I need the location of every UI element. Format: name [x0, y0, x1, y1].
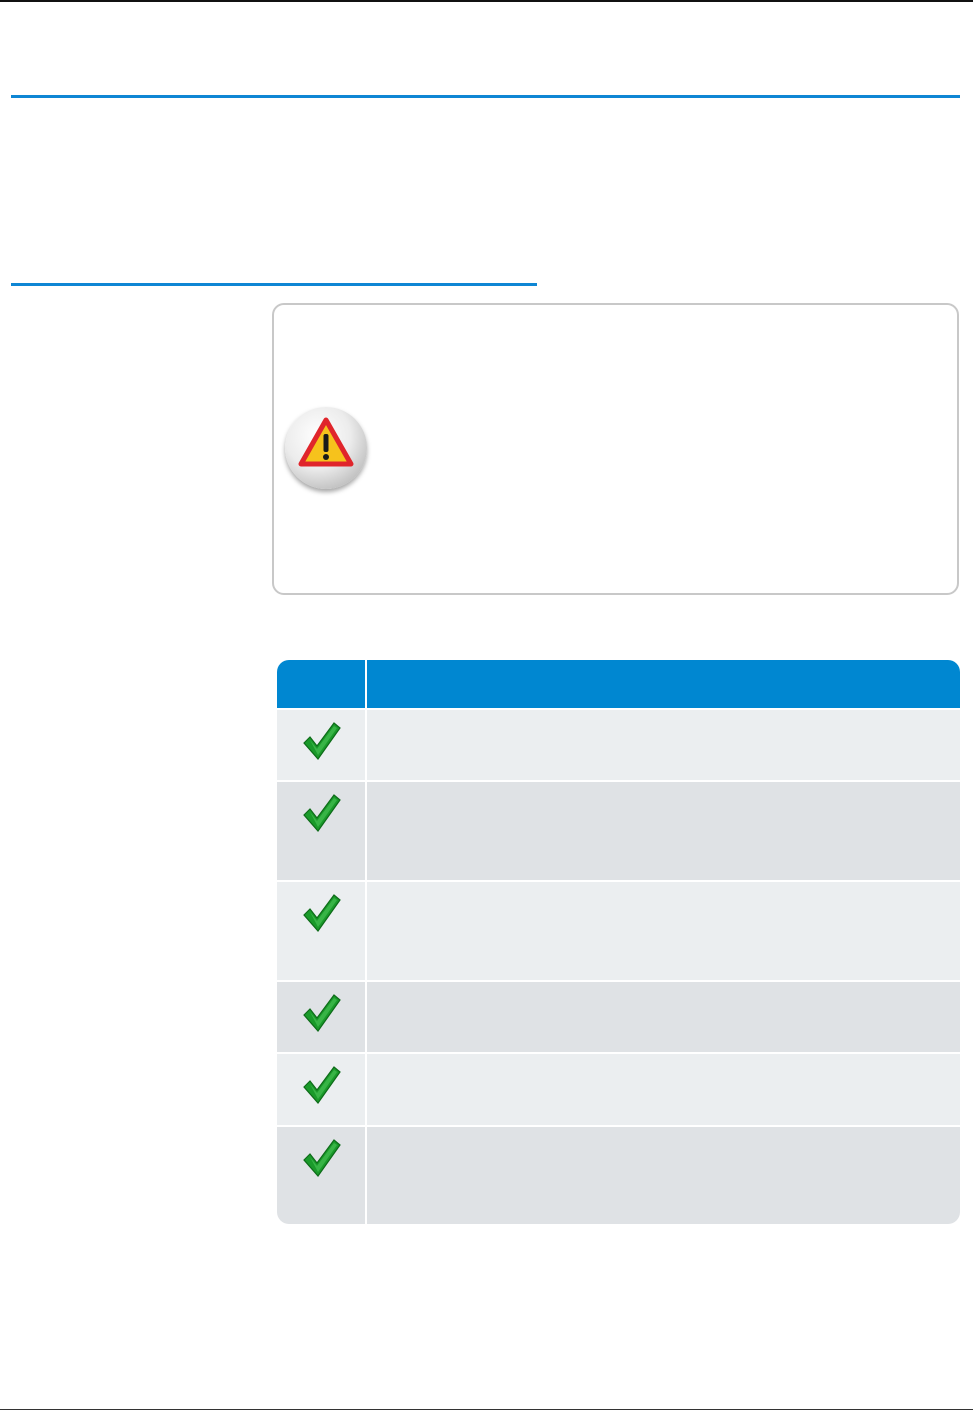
checklist-header	[277, 660, 960, 708]
checklist-row-text	[367, 1127, 960, 1224]
section-heading-rule	[11, 95, 960, 98]
checkmark-icon	[277, 782, 367, 880]
header-text-column	[367, 660, 960, 708]
warning-triangle-icon	[285, 407, 367, 489]
checkmark-icon	[277, 1127, 367, 1224]
checkmark-icon	[277, 710, 367, 780]
checklist-row-text	[367, 710, 960, 780]
checkmark-icon	[277, 882, 367, 980]
warning-callout-box	[272, 303, 959, 595]
checklist-row-text	[367, 1054, 960, 1125]
page-top-border	[0, 0, 973, 2]
header-icon-column	[277, 660, 367, 708]
checkmark-icon	[277, 982, 367, 1052]
checklist-row-text	[367, 882, 960, 980]
checklist-row	[277, 708, 960, 780]
page-bottom-border	[0, 1409, 973, 1410]
checklist-row	[277, 1125, 960, 1224]
subsection-heading-rule	[11, 283, 537, 286]
checklist-table	[277, 660, 960, 1224]
checklist-row	[277, 880, 960, 980]
checklist-row-text	[367, 782, 960, 880]
checklist-row-text	[367, 982, 960, 1052]
checklist-row	[277, 1052, 960, 1125]
warning-triangle-glyph	[298, 417, 354, 467]
checkmark-icon	[277, 1054, 367, 1125]
checklist-row	[277, 980, 960, 1052]
checklist-row	[277, 780, 960, 880]
